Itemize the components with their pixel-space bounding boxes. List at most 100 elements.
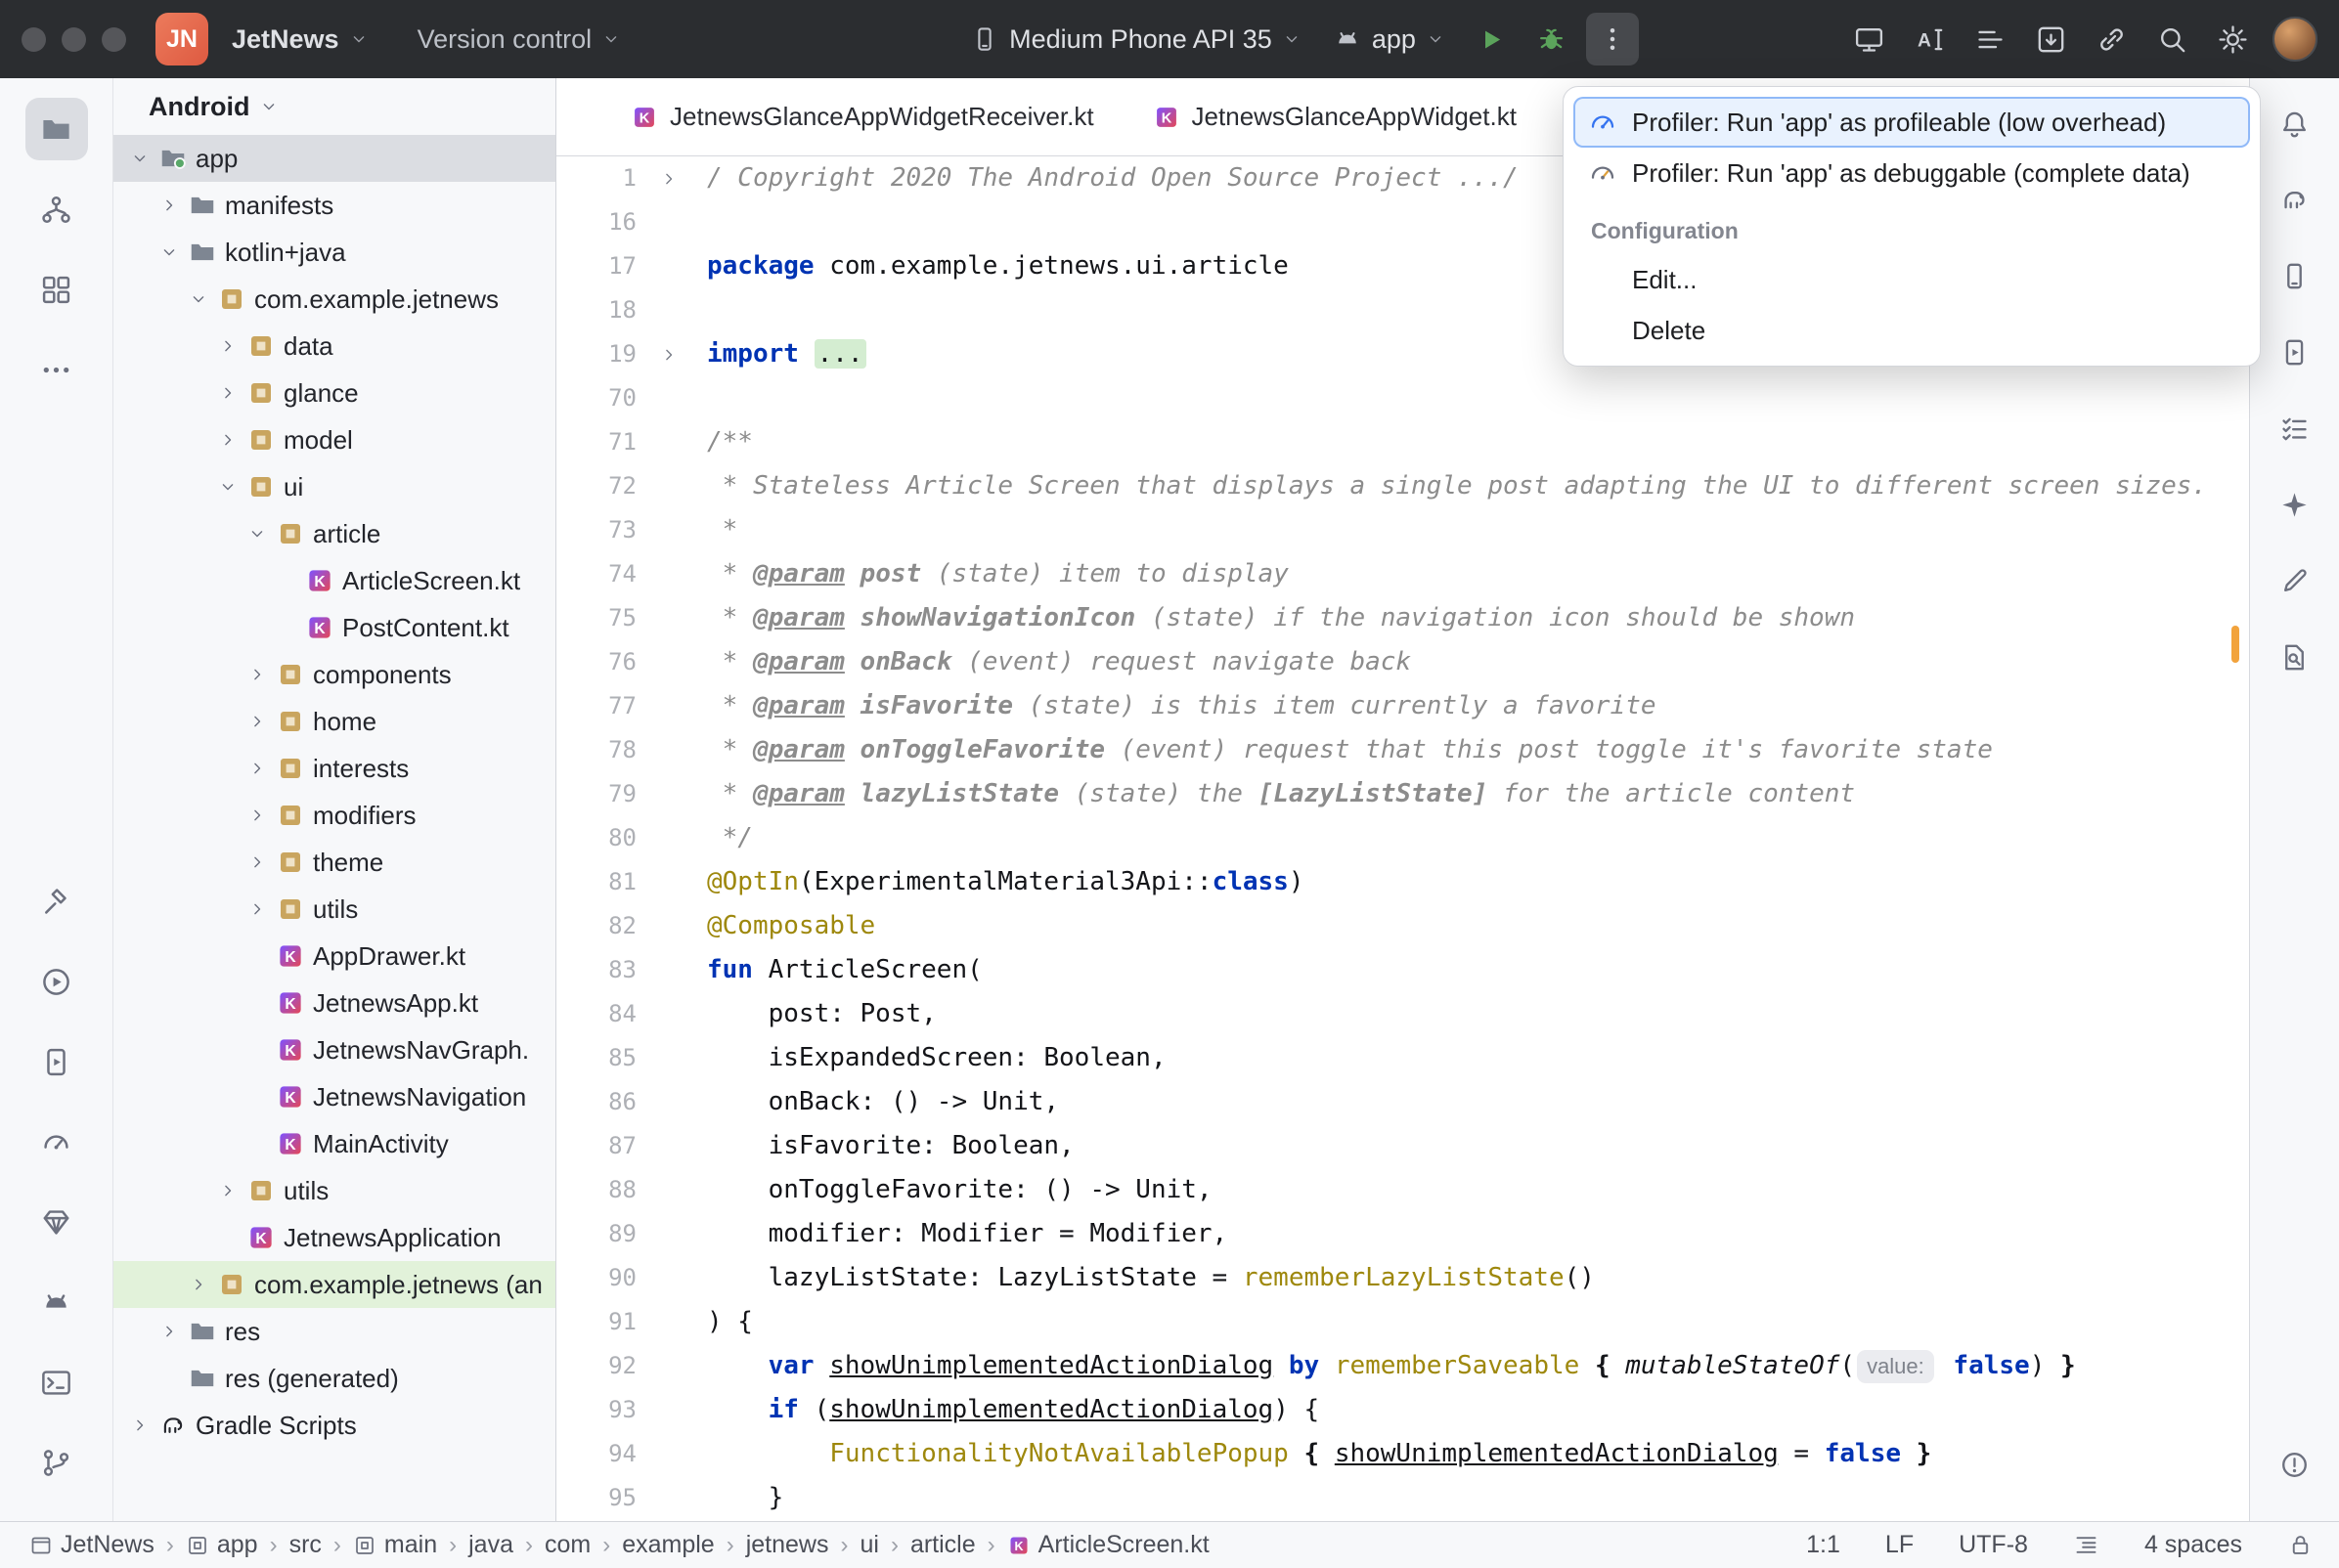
tree-item-manifests[interactable]: manifests — [113, 182, 555, 229]
collapse-chevron-icon[interactable] — [125, 144, 154, 173]
expand-chevron-icon[interactable] — [125, 1411, 154, 1440]
profiler-tool-button[interactable] — [25, 1111, 88, 1173]
breadcrumb-example[interactable]: example — [618, 1531, 719, 1559]
code-line[interactable]: 84 post: Post, — [556, 992, 2249, 1036]
tree-item-utils[interactable]: utils — [113, 886, 555, 933]
share-link-button[interactable] — [2085, 13, 2138, 65]
run-tool-button[interactable] — [25, 950, 88, 1013]
tree-item-model[interactable]: model — [113, 416, 555, 463]
debug-button[interactable] — [1525, 13, 1578, 65]
menu-item-delete[interactable]: Delete — [1573, 305, 2250, 356]
line-number[interactable]: 73 — [556, 508, 637, 552]
running-devices-panel-button[interactable] — [2266, 323, 2324, 381]
collapse-chevron-icon[interactable] — [154, 238, 184, 267]
line-number[interactable]: 76 — [556, 640, 637, 684]
tree-item-jetnewsnavgraph[interactable]: KJetnewsNavGraph. — [113, 1026, 555, 1073]
line-number[interactable]: 83 — [556, 948, 637, 992]
breadcrumb-jetnews[interactable]: JetNews — [25, 1531, 158, 1559]
problems-tool-button[interactable] — [2266, 1435, 2324, 1494]
tree-item-data[interactable]: data — [113, 323, 555, 370]
tree-item-glance[interactable]: glance — [113, 370, 555, 416]
tree-item-jetnewsapplication[interactable]: KJetnewsApplication — [113, 1214, 555, 1261]
device-explorer-button[interactable] — [2266, 246, 2324, 305]
collapse-chevron-icon[interactable] — [213, 472, 243, 501]
expand-chevron-icon[interactable] — [213, 378, 243, 408]
code-line[interactable]: 74 * @param post (state) item to display — [556, 552, 2249, 596]
code-line[interactable]: 93 if (showUnimplementedActionDialog) { — [556, 1388, 2249, 1432]
line-number[interactable]: 81 — [556, 860, 637, 904]
build-tool-button[interactable] — [25, 870, 88, 933]
line-number[interactable]: 94 — [556, 1432, 637, 1476]
expand-chevron-icon[interactable] — [243, 801, 272, 830]
line-number[interactable]: 85 — [556, 1036, 637, 1080]
tree-item-utils[interactable]: utils — [113, 1167, 555, 1214]
line-number[interactable]: 77 — [556, 684, 637, 728]
line-number[interactable]: 17 — [556, 244, 637, 288]
breadcrumb-java[interactable]: java — [464, 1531, 517, 1559]
breadcrumb-ui[interactable]: ui — [856, 1531, 882, 1559]
find-tool-button[interactable] — [2266, 628, 2324, 686]
structure-view-button[interactable] — [1964, 13, 2016, 65]
tree-item-modifiers[interactable]: modifiers — [113, 792, 555, 839]
code-line[interactable]: 94 FunctionalityNotAvailablePopup { show… — [556, 1432, 2249, 1476]
tree-item-kotlin-java[interactable]: kotlin+java — [113, 229, 555, 276]
device-selector[interactable]: Medium Phone API 35 — [958, 15, 1313, 65]
expand-chevron-icon[interactable] — [243, 894, 272, 924]
notifications-button[interactable] — [2266, 94, 2324, 152]
menu-item-profiler-run-app-as-debuggable[interactable]: Profiler: Run 'app' as debuggable (compl… — [1573, 148, 2250, 198]
edits-tool-button[interactable] — [2266, 551, 2324, 610]
collapse-chevron-icon[interactable] — [243, 519, 272, 548]
expand-chevron-icon[interactable] — [213, 331, 243, 361]
project-selector[interactable]: JetNews — [220, 15, 380, 65]
indent-config[interactable]: 4 spaces — [2144, 1531, 2242, 1559]
code-line[interactable]: 95 } — [556, 1476, 2249, 1520]
app-quality-insights-button[interactable] — [25, 1191, 88, 1253]
code-line[interactable]: 82@Composable — [556, 904, 2249, 948]
tree-item-articlescreen-kt[interactable]: KArticleScreen.kt — [113, 557, 555, 604]
tree-item-res[interactable]: res — [113, 1308, 555, 1355]
gemini-tool-button[interactable] — [2266, 475, 2324, 534]
tree-item-com-example-jetnews[interactable]: com.example.jetnews — [113, 276, 555, 323]
tree-item-article[interactable]: article — [113, 510, 555, 557]
project-view-selector[interactable]: Android — [113, 78, 555, 135]
line-number[interactable]: 1 — [556, 156, 637, 200]
expand-chevron-icon[interactable] — [243, 754, 272, 783]
version-control-tool-button[interactable] — [25, 1431, 88, 1494]
tree-item-res-generated[interactable]: res (generated) — [113, 1355, 555, 1402]
code-line[interactable]: 77 * @param isFavorite (state) is this i… — [556, 684, 2249, 728]
tree-item-app[interactable]: app — [113, 135, 555, 182]
breadcrumb-main[interactable]: main — [349, 1531, 441, 1559]
structure-tool-button[interactable] — [25, 258, 88, 321]
expand-chevron-icon[interactable] — [243, 848, 272, 877]
tree-item-jetnewsnavigation[interactable]: KJetnewsNavigation — [113, 1073, 555, 1120]
menu-item-profiler-run-app-as-profileable[interactable]: Profiler: Run 'app' as profileable (low … — [1573, 97, 2250, 148]
line-number[interactable]: 95 — [556, 1476, 637, 1520]
tree-item-theme[interactable]: theme — [113, 839, 555, 886]
line-number[interactable]: 79 — [556, 772, 637, 816]
breadcrumb-com[interactable]: com — [541, 1531, 595, 1559]
code-line[interactable]: 75 * @param showNavigationIcon (state) i… — [556, 596, 2249, 640]
breadcrumb-article[interactable]: article — [906, 1531, 980, 1559]
expand-chevron-icon[interactable] — [243, 707, 272, 736]
line-number[interactable]: 86 — [556, 1080, 637, 1124]
commit-tool-button[interactable] — [25, 178, 88, 240]
collapse-chevron-icon[interactable] — [184, 284, 213, 314]
code-line[interactable]: 81@OptIn(ExperimentalMaterial3Api::class… — [556, 860, 2249, 904]
code-line[interactable]: 86 onBack: () -> Unit, — [556, 1080, 2249, 1124]
caret-position[interactable]: 1:1 — [1806, 1531, 1840, 1559]
code-line[interactable]: 85 isExpandedScreen: Boolean, — [556, 1036, 2249, 1080]
code-line[interactable]: 80 */ — [556, 816, 2249, 860]
line-number[interactable]: 87 — [556, 1124, 637, 1168]
tree-item-ui[interactable]: ui — [113, 463, 555, 510]
zoom-button[interactable] — [102, 27, 126, 52]
line-number[interactable]: 19 — [556, 332, 637, 376]
line-number[interactable]: 75 — [556, 596, 637, 640]
code-line[interactable]: 88 onToggleFavorite: () -> Unit, — [556, 1168, 2249, 1212]
line-number[interactable]: 90 — [556, 1256, 637, 1300]
tree-item-interests[interactable]: interests — [113, 745, 555, 792]
breadcrumb-articlescreen-kt[interactable]: KArticleScreen.kt — [1003, 1531, 1214, 1559]
run-button[interactable] — [1465, 13, 1518, 65]
fold-marker-icon[interactable] — [637, 332, 701, 376]
code-line[interactable]: 73 * — [556, 508, 2249, 552]
editor-tab-jetnewsglanceappwidget-kt[interactable]: KJetnewsGlanceAppWidget.kt — [1124, 78, 1546, 155]
